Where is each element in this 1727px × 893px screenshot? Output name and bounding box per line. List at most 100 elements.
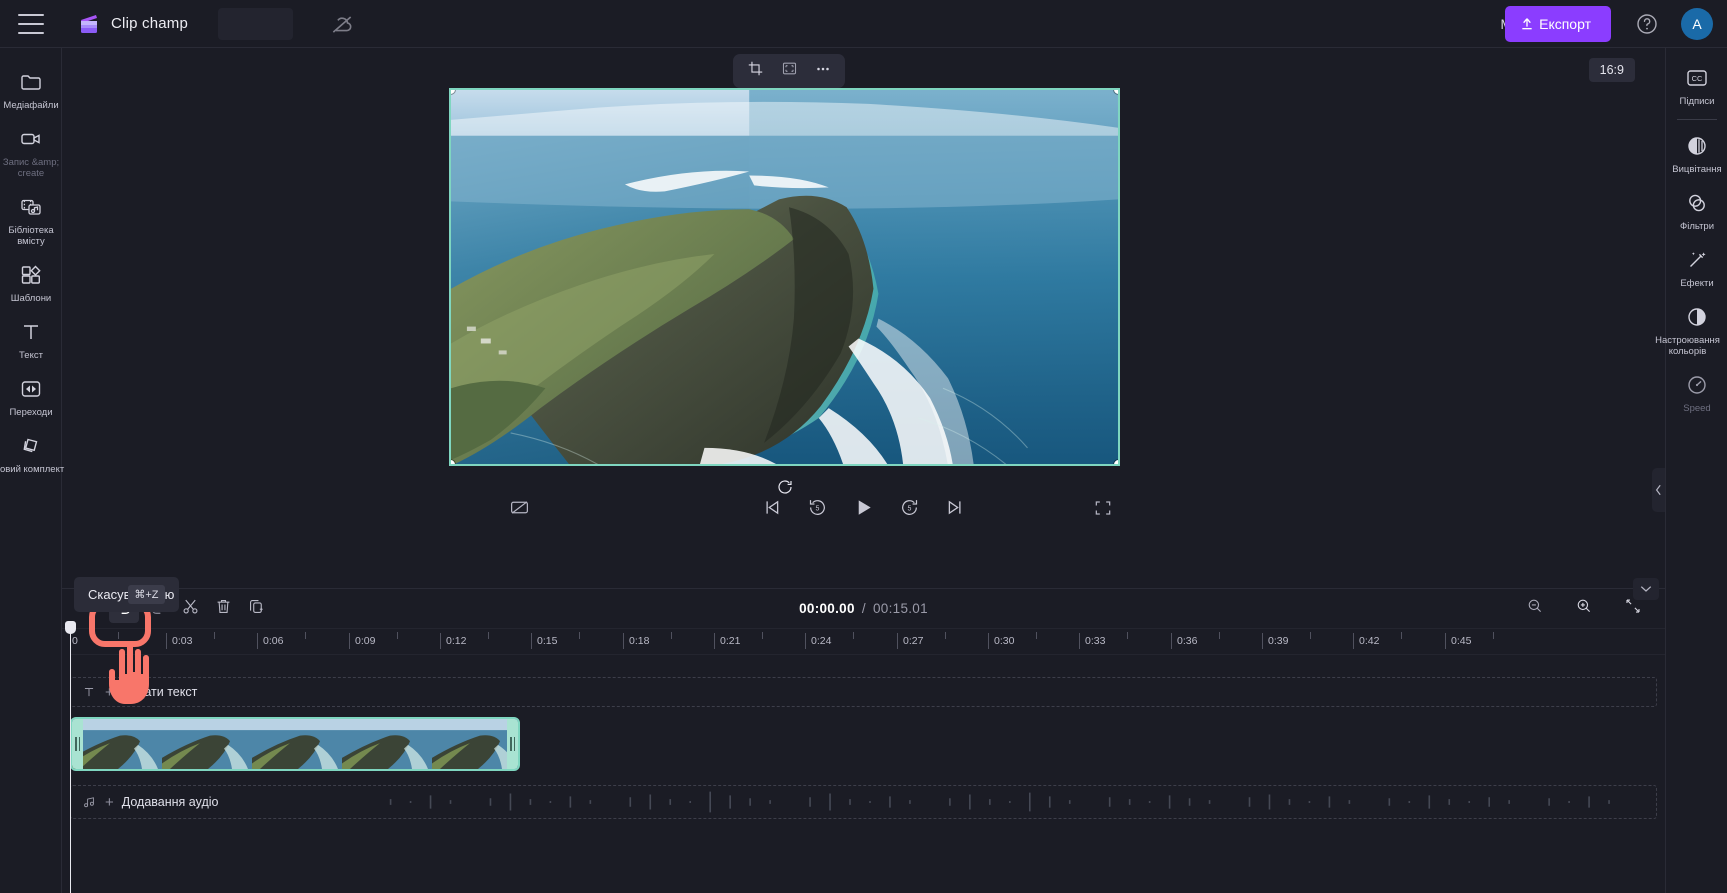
skip-to-end-button[interactable] [943,497,969,523]
upload-icon [1519,16,1535,32]
panel-item-speed[interactable]: Speed [1666,363,1727,420]
ruler-tick: 0:30 [988,633,1014,649]
add-text-plus-icon[interactable]: + [105,685,114,700]
zoom-out-button[interactable] [1520,595,1550,623]
top-bar: Clip champ Моє відео Експорт [0,0,1727,48]
sidebar-item-media[interactable]: Медіафайли [0,60,62,117]
resize-handle-bottom-left[interactable] [451,460,455,464]
clipchamp-editor: Clip champ Моє відео Експорт [0,0,1727,893]
trim-handle-right[interactable] [507,719,518,769]
svg-text:CC: CC [1692,74,1703,83]
chevron-left-icon [1655,484,1661,496]
zoom-in-button[interactable] [1569,595,1599,623]
ruler-tick: 0:36 [1171,633,1197,649]
captions-toggle-button[interactable] [506,497,532,523]
sidebar-label-brand-kit: Фірмовий комплект [0,464,65,475]
ruler-tick: 0:42 [1353,633,1379,649]
rewind-5-button[interactable]: 5 [805,497,831,523]
skip-to-start-icon [761,497,782,523]
trim-handle-left[interactable] [72,719,83,769]
brand: Clip champ [76,11,188,37]
timeline-collapse-button[interactable] [1633,578,1659,600]
timeline: 00:00.00 / 00:15.01 0 0:03 0:06 0:09 0:1… [62,588,1665,893]
ruler-tick: 0:24 [805,633,831,649]
fullscreen-button[interactable] [1090,497,1116,523]
top-bar-right: Моє відео Експорт A [1465,0,1713,48]
panel-item-captions[interactable]: CC Підписи [1666,56,1727,113]
video-track [70,717,1657,771]
panel-item-effects[interactable]: Ефекти [1666,238,1727,295]
add-audio-plus-icon[interactable]: + [105,795,114,810]
cloud-off-icon[interactable] [329,11,355,37]
aspect-ratio-badge[interactable]: 16:9 [1588,58,1635,82]
duplicate-button[interactable] [241,595,271,623]
playhead[interactable] [65,621,76,893]
delete-button[interactable] [208,595,238,623]
timeline-toolbar: 00:00.00 / 00:15.01 [62,589,1665,629]
ruler-tick: 0 [72,635,78,647]
timeline-ruler[interactable]: 0 0:03 0:06 0:09 0:12 0:15 0:18 0:21 0:2… [70,629,1665,655]
skip-to-start-button[interactable] [759,497,785,523]
svg-text:5: 5 [908,505,912,512]
resize-handle-bottom-right[interactable] [1114,460,1118,464]
help-circle-icon[interactable] [1635,12,1659,36]
video-selection[interactable] [449,88,1120,494]
divider [1676,119,1717,120]
export-button-label: Експорт [1539,16,1591,32]
speed-gauge-icon [1684,372,1710,398]
resize-handle-top-right[interactable] [1114,90,1118,94]
crop-icon [747,60,764,82]
panel-label-captions: Підписи [1679,96,1715,107]
export-button[interactable]: Експорт [1505,6,1611,42]
more-options-button[interactable] [809,58,837,84]
sidebar-label-media: Медіафайли [3,100,59,111]
video-frame-image [451,90,1118,464]
sidebar-item-content-library[interactable]: Бібліотека вмісту [0,185,62,253]
sidebar-item-templates[interactable]: Шаблони [0,253,62,310]
sidebar-item-brand-kit[interactable]: Фірмовий комплект [0,424,64,481]
sidebar-label-content-library: Бібліотека вмісту [8,225,54,247]
collapse-panel-button[interactable] [1652,468,1665,512]
forward-5-icon: 5 [899,497,920,523]
hamburger-icon[interactable] [18,13,44,34]
preview-stage: 16:9 5 5 [62,48,1665,538]
sidebar-item-record-create[interactable]: Запис &amp; create [0,117,62,185]
skip-to-end-icon [945,497,966,523]
music-note-icon [81,794,97,810]
total-time: 00:15.01 [872,601,928,616]
ruler-tick: 0:33 [1079,633,1105,649]
project-title-field[interactable] [218,7,294,40]
text-track[interactable]: + Додати текст [70,677,1657,707]
panel-label-filters: Фільтри [1679,221,1715,232]
canvas-floating-toolbar [733,54,845,88]
panel-item-color-adjust[interactable]: Настроювання кольорів [1655,295,1727,363]
ruler-tick: 0:45 [1445,633,1471,649]
clip-thumbnail [252,719,342,769]
sidebar-item-transitions[interactable]: Переходи [0,367,62,424]
ruler-tick: 0:12 [440,633,466,649]
sidebar-item-text[interactable]: Текст [0,310,62,367]
closed-captions-icon: CC [1684,65,1710,91]
clip-thumbnail [162,719,252,769]
play-button[interactable] [851,497,877,523]
video-clip[interactable] [70,717,520,771]
fit-button[interactable] [775,58,803,84]
folder-icon [18,69,44,95]
time-separator: / [861,601,866,616]
clip-thumbnails [72,719,518,769]
ellipsis-icon [814,60,832,83]
rewind-5-icon: 5 [807,497,828,523]
ruler-tick: 0:03 [166,633,192,649]
panel-item-fade[interactable]: Вицвітання [1666,124,1727,181]
panel-item-filters[interactable]: Фільтри [1666,181,1727,238]
audio-track[interactable]: + Додавання аудіо [70,785,1657,819]
split-button[interactable] [175,595,205,623]
panel-label-speed: Speed [1683,403,1711,414]
avatar[interactable]: A [1681,8,1713,40]
crop-button[interactable] [741,58,769,84]
ruler-tick: 0:39 [1262,633,1288,649]
fit-timeline-icon [1624,597,1642,620]
clip-thumbnail [342,719,432,769]
forward-5-button[interactable]: 5 [897,497,923,523]
video-preview[interactable] [449,88,1120,466]
